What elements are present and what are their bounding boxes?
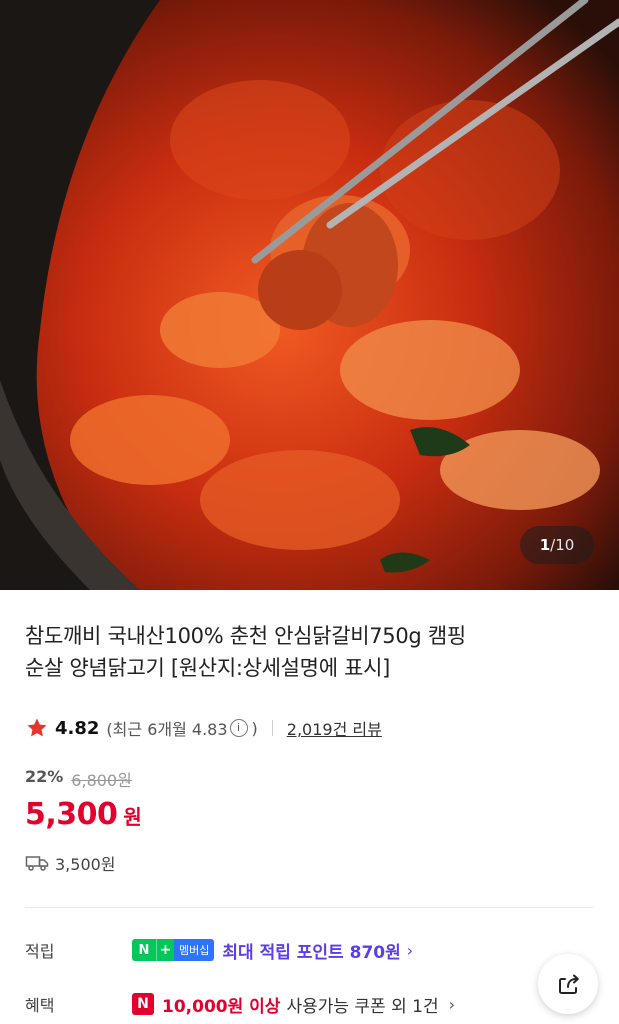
truck-icon [25,856,49,871]
coupon-amount[interactable]: 10,000원 이상 [162,992,280,1017]
discount-rate: 22% [25,767,64,786]
product-title-line1: 참도깨비 국내산100% 춘천 안심닭갈비750g 캠핑 [25,624,466,648]
nplus-plus: + [156,939,174,961]
nplus-member: 멤버십 [174,939,215,961]
shipping-row: 3,500원 [25,851,116,875]
sale-price: 5,300 [25,797,118,832]
chevron-right-icon[interactable]: › [407,941,413,960]
nplus-n: N [132,939,156,961]
sale-price-row: 5,300 원 [25,797,142,832]
naver-plus-membership-badge: N + 멤버십 [132,939,215,961]
product-title-line2: 순살 양념닭고기 [원산지:상세설명에 표시] [25,656,391,680]
coupon-text[interactable]: 사용가능 쿠폰 외 1건 [286,992,438,1017]
rating-row: 4.82 (최근 6개월 4.83 i ) 2,019건 리뷰 [25,715,382,741]
image-counter-total: 10 [555,536,575,554]
info-icon[interactable]: i [229,719,248,737]
image-counter: 1 / 10 [520,526,594,564]
shipping-fee: 3,500원 [55,855,116,874]
chevron-right-icon[interactable]: › [449,995,455,1014]
image-counter-current: 1 [539,536,551,554]
discount-row: 22% 6,800원 [25,767,132,791]
max-point-text[interactable]: 최대 적립 포인트 870원 [222,938,400,963]
benefit-label: 혜택 [25,996,55,1015]
share-button[interactable] [538,954,598,1014]
points-label: 적립 [25,942,55,961]
section-divider [25,907,594,908]
product-image-gallery[interactable]: 1 / 10 [0,0,619,590]
original-price: 6,800원 [71,771,132,790]
review-count-link[interactable]: 2,019건 리뷰 [287,716,382,740]
rating-score: 4.82 [55,717,100,739]
recent-rating: (최근 6개월 4.83 [106,720,228,739]
price-unit: 원 [123,805,142,829]
share-icon [559,974,579,994]
star-icon [27,718,47,737]
points-row[interactable]: 적립 N + 멤버십 최대 적립 포인트 870원 › [25,936,413,964]
product-photo [0,0,619,590]
coupon-row[interactable]: 혜택 N 10,000원 이상 사용가능 쿠폰 외 1건 › [25,990,455,1018]
product-title: 참도깨비 국내산100% 춘천 안심닭갈비750g 캠핑 순살 양념닭고기 [원… [25,620,595,684]
divider [271,720,273,736]
naver-n-badge: N [132,993,154,1015]
recent-rating-close: ) [251,718,258,738]
